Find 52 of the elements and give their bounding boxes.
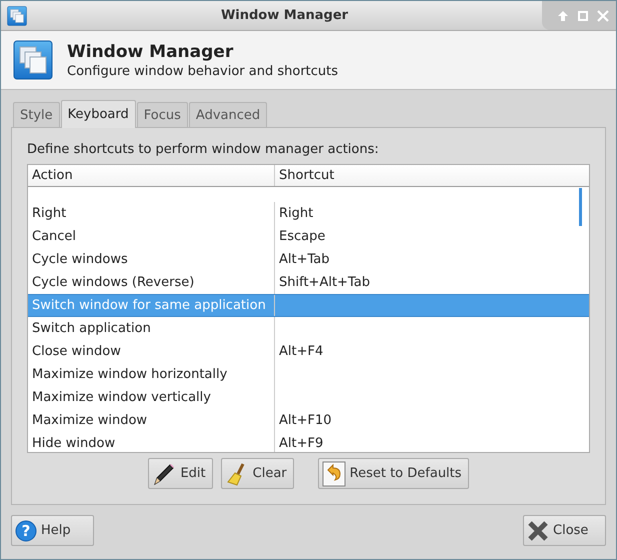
table-row[interactable]: Maximize window horizontally — [28, 363, 589, 386]
roll-up-icon[interactable] — [556, 8, 570, 22]
table-row[interactable]: Maximize window Alt+F10 — [28, 409, 589, 432]
shortcut-cell: Alt+F4 — [279, 344, 324, 359]
column-header[interactable]: Shortcut — [275, 165, 589, 186]
column-header[interactable]: Action — [28, 165, 275, 186]
tab[interactable]: Advanced — [188, 102, 268, 127]
window-manager-icon — [13, 40, 53, 80]
shortcut-cell: Escape — [279, 229, 326, 244]
shortcut-cell: Alt+Tab — [279, 252, 330, 267]
action-cell: Switch application — [32, 321, 151, 336]
close-button[interactable]: Close — [523, 515, 606, 546]
undo-icon — [322, 460, 346, 486]
table-row[interactable]: Maximize window vertically — [28, 386, 589, 409]
action-cell: Close window — [32, 344, 121, 359]
reset-button[interactable]: Reset to Defaults — [318, 458, 469, 489]
maximize-icon[interactable] — [576, 8, 590, 22]
action-cell: Right — [32, 206, 66, 221]
edit-button[interactable]: Edit — [148, 458, 213, 489]
tab[interactable]: Keyboard — [60, 100, 136, 128]
action-cell: Cycle windows — [32, 252, 128, 267]
table-row[interactable]: Cycle windows Alt+Tab — [28, 248, 589, 271]
help-icon: ? — [15, 520, 37, 542]
action-cell: Maximize window — [32, 413, 148, 428]
table-row[interactable]: Switch application — [28, 317, 589, 340]
action-cell: Cycle windows (Reverse) — [32, 275, 194, 290]
action-cell: Hide window — [32, 436, 116, 451]
close-x-icon — [527, 520, 549, 542]
action-cell: Maximize window horizontally — [32, 367, 228, 382]
table-row[interactable]: Right Right — [28, 202, 589, 225]
header-title: Window Manager — [67, 42, 234, 62]
app-icon — [7, 6, 27, 26]
action-cell: Maximize window vertically — [32, 390, 211, 405]
pencil-icon — [152, 462, 176, 486]
close-icon[interactable] — [596, 8, 610, 22]
help-button[interactable]: ? Help — [11, 515, 94, 546]
table-row[interactable]: Close window Alt+F4 — [28, 340, 589, 363]
tab[interactable]: Style — [13, 102, 60, 127]
table-row[interactable]: Hide window Alt+F9 — [28, 432, 589, 452]
table-row[interactable]: Cancel Escape — [28, 225, 589, 248]
tab[interactable]: Focus — [136, 102, 188, 127]
shortcut-cell: Alt+F9 — [279, 436, 324, 451]
instruction-text: Define shortcuts to perform window manager actions: — [27, 142, 380, 157]
header-subtitle: Configure window behavior and shortcuts — [67, 64, 338, 78]
window-title: Window Manager — [220, 8, 350, 23]
action-cell: Cancel — [32, 229, 76, 244]
shortcut-cell: Alt+F10 — [279, 413, 332, 428]
shortcut-cell: Shift+Alt+Tab — [279, 275, 370, 290]
action-cell: Switch window for same application — [32, 298, 266, 313]
shortcut-cell: Right — [279, 206, 314, 221]
scrollbar[interactable] — [579, 188, 582, 226]
clear-button[interactable]: Clear — [220, 458, 294, 489]
